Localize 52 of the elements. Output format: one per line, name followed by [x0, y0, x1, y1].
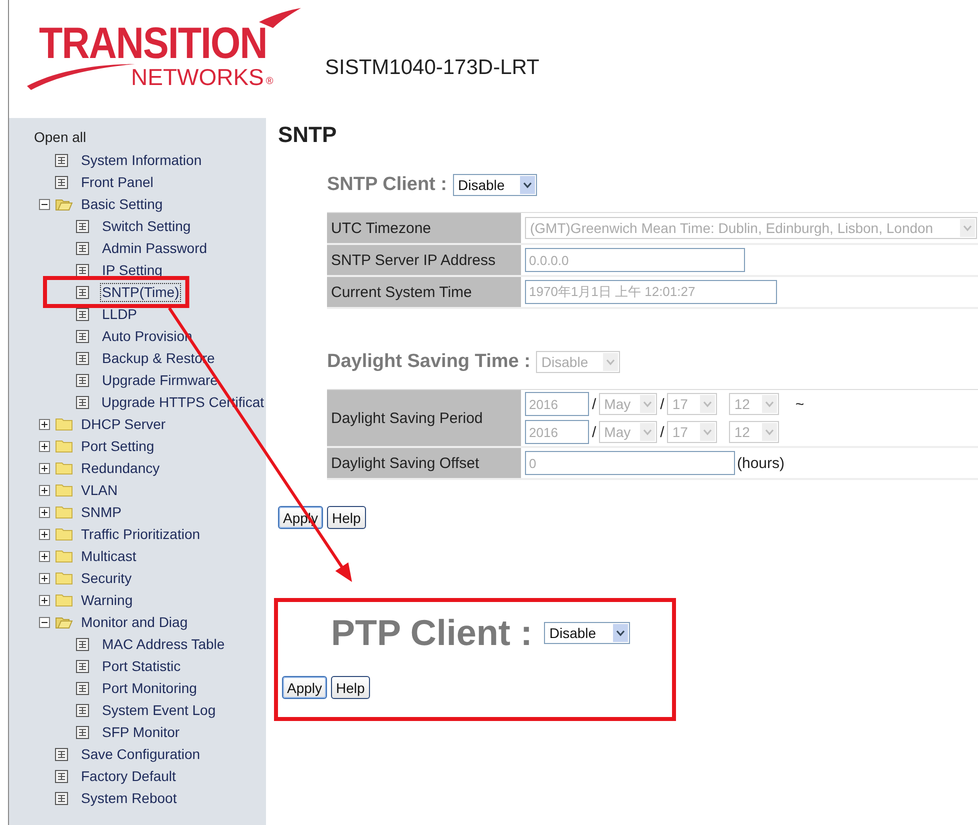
- tree-folder[interactable]: Redundancy: [79, 458, 162, 478]
- field-label: Current System Time: [327, 277, 521, 307]
- tree-item[interactable]: Factory Default: [79, 766, 178, 786]
- tree-folder[interactable]: Traffic Prioritization: [79, 524, 202, 544]
- field-label: SNTP Server IP Address: [327, 245, 521, 275]
- field-label: Daylight Saving Period: [327, 390, 521, 446]
- section-label: PTP Client :: [331, 612, 532, 654]
- tree-folder[interactable]: Monitor and Diag: [79, 612, 190, 632]
- tree-item[interactable]: Admin Password: [100, 238, 210, 258]
- tree-item[interactable]: System Event Log: [100, 700, 218, 720]
- tree-item[interactable]: SNTP(Time): [100, 282, 182, 302]
- field-label: Daylight Saving Offset: [327, 448, 521, 478]
- tree-item[interactable]: System Reboot: [79, 788, 179, 808]
- open-all-link[interactable]: Open all: [9, 127, 86, 147]
- tree-item[interactable]: Upgrade Firmware: [100, 370, 220, 390]
- tree-item[interactable]: Switch Setting: [100, 216, 193, 236]
- section-label: Daylight Saving Time :: [327, 351, 530, 373]
- section-label: SNTP Client :: [327, 174, 447, 196]
- button[interactable]: Help: [331, 676, 370, 699]
- range-sign: ~: [795, 396, 804, 412]
- tree-item[interactable]: MAC Address Table: [100, 634, 227, 654]
- separator: /: [659, 396, 666, 412]
- unit-label: (hours): [737, 454, 785, 472]
- dropdown[interactable]: Disable: [544, 622, 630, 644]
- tree-folder[interactable]: SNMP: [79, 502, 124, 522]
- button[interactable]: Apply: [282, 676, 328, 699]
- tree-item[interactable]: SFP Monitor: [100, 722, 182, 742]
- tree-folder[interactable]: Port Setting: [79, 436, 156, 456]
- registered-mark: ®: [266, 77, 274, 87]
- device-title: SISTM1040-173D-LRT: [325, 56, 540, 80]
- tree-folder[interactable]: Basic Setting: [79, 194, 165, 214]
- field-label: UTC Timezone: [327, 213, 521, 243]
- tree-folder[interactable]: VLAN: [79, 480, 120, 500]
- tree-item[interactable]: System Information: [79, 150, 204, 170]
- tree-folder[interactable]: DHCP Server: [79, 414, 168, 434]
- tree-item[interactable]: LLDP: [100, 304, 140, 324]
- tree-item[interactable]: Save Configuration: [79, 744, 202, 764]
- tree-folder[interactable]: Warning: [79, 590, 135, 610]
- page-title: SNTP: [278, 122, 337, 148]
- tree-item[interactable]: Port Statistic: [100, 656, 183, 676]
- tree-item[interactable]: IP Setting: [100, 260, 164, 280]
- logo-text: TRANSITION: [39, 22, 267, 66]
- tree-folder[interactable]: Multicast: [79, 546, 138, 566]
- separator: /: [591, 396, 598, 412]
- logo-text: NETWORKS: [131, 66, 264, 89]
- separator: /: [591, 424, 598, 440]
- button[interactable]: Help: [327, 506, 366, 529]
- tree-folder[interactable]: Security: [79, 568, 134, 588]
- separator: /: [659, 424, 666, 440]
- tree-item[interactable]: Front Panel: [79, 172, 156, 192]
- tree-item[interactable]: Port Monitoring: [100, 678, 199, 698]
- dropdown[interactable]: Disable: [453, 174, 537, 196]
